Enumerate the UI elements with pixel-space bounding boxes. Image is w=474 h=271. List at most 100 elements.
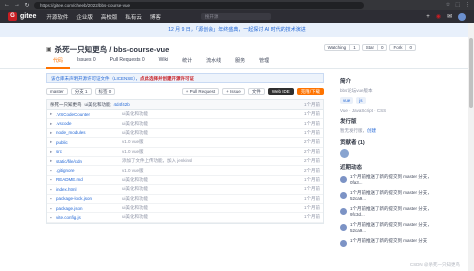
- star-icon[interactable]: ☆: [446, 2, 450, 8]
- repo-name[interactable]: 杀死一只知更鸟 / bbs-course-vue: [55, 44, 170, 55]
- file-name[interactable]: README.md: [56, 177, 122, 182]
- file-row[interactable]: ▸ static/file/cdn 添加了文件上传功能，加入 jenkinsl 2个月…: [47, 157, 323, 167]
- nav-item-edu[interactable]: 高校版: [101, 13, 118, 21]
- avatar[interactable]: [340, 224, 347, 231]
- language-item: CSS: [376, 108, 387, 113]
- commit-hash[interactable]: 4d4f42b: [114, 102, 130, 107]
- nav-item-opensource[interactable]: 开源软件: [46, 13, 68, 21]
- activity-text[interactable]: 1个月前推送了新的提交到 master 分支，0fa3...: [350, 174, 440, 186]
- avatar[interactable]: [340, 240, 347, 247]
- commit-message[interactable]: ui美化和功能: [85, 102, 111, 108]
- contributor-avatar[interactable]: [340, 149, 349, 158]
- reload-icon[interactable]: ↻: [24, 2, 30, 9]
- tab-stats[interactable]: 统计: [175, 55, 199, 69]
- toolbar-right: + Pull Request + Issue 文件 Web IDE 克隆/下载: [181, 88, 324, 95]
- file-commit-msg[interactable]: ui美化和功能: [122, 196, 290, 202]
- file-row[interactable]: ▸ .VSCodeCounter ui美化和功能 1个月前: [47, 110, 323, 120]
- tab-pipeline[interactable]: 流水线: [199, 55, 228, 69]
- avatar[interactable]: [340, 208, 347, 215]
- file-button[interactable]: 文件: [247, 88, 265, 95]
- event-banner[interactable]: 12 月 9 日，「源创会」年终盛典，一起探讨 AI 时代的技术演进: [0, 23, 474, 37]
- file-commit-msg[interactable]: ui美化和功能: [122, 186, 290, 192]
- topic-tag[interactable]: vue: [340, 97, 354, 104]
- file-commit-msg[interactable]: v1.0 vue版: [122, 168, 290, 174]
- file-commit-msg[interactable]: ui美化和功能: [122, 121, 290, 127]
- file-name[interactable]: package.json: [56, 206, 122, 211]
- branches-link[interactable]: 分支 1: [70, 88, 92, 95]
- message-icon[interactable]: ✉: [447, 13, 452, 20]
- file-name[interactable]: package-lock.json: [56, 196, 122, 201]
- file-commit-msg[interactable]: ui美化和功能: [122, 111, 290, 117]
- file-row[interactable]: ▸ .vscode ui美化和功能 1个月前: [47, 119, 323, 129]
- back-icon[interactable]: ←: [4, 2, 10, 8]
- file-commit-msg[interactable]: v1.0 vue版: [122, 139, 290, 145]
- menu-icon[interactable]: ⋮: [465, 2, 470, 8]
- nav-item-blog[interactable]: 博客: [150, 13, 161, 21]
- user-avatar[interactable]: [458, 12, 466, 21]
- tab-code[interactable]: 代码: [46, 55, 71, 69]
- file-name[interactable]: vite.config.js: [56, 215, 122, 220]
- clone-download-button[interactable]: 克隆/下载: [296, 88, 324, 95]
- topic-tag[interactable]: js: [356, 97, 366, 104]
- gitee-logo[interactable]: G gitee: [8, 12, 36, 21]
- tags-link[interactable]: 标签 0: [94, 88, 116, 95]
- bell-icon[interactable]: ◉: [436, 13, 441, 20]
- file-list: 杀死一只知更鸟 ui美化和功能 4d4f42b 1个月前 ▸ .VSCodeCou…: [46, 99, 324, 224]
- web-ide-button[interactable]: Web IDE: [267, 88, 294, 95]
- tab-services[interactable]: 服务: [228, 55, 252, 69]
- create-release-link[interactable]: 创建: [367, 128, 376, 133]
- file-row[interactable]: ▪ README.md ui美化和功能 1个月前: [47, 176, 323, 186]
- file-name[interactable]: .VSCodeCounter: [56, 112, 122, 117]
- avatar[interactable]: [340, 176, 347, 183]
- file-row[interactable]: ▸ node_modules ui美化和功能 1个月前: [47, 129, 323, 139]
- address-bar[interactable]: https://gitee.com/cheeb/2022/bbs-course-…: [34, 1, 364, 9]
- avatar[interactable]: [340, 192, 347, 199]
- scrollbar-thumb[interactable]: [469, 38, 473, 108]
- search-input[interactable]: 搜开源: [200, 13, 271, 20]
- forward-icon[interactable]: →: [14, 2, 20, 8]
- file-row[interactable]: ▪ package.json ui美化和功能 1个月前: [47, 204, 323, 214]
- file-name[interactable]: index.html: [56, 187, 122, 192]
- file-row[interactable]: ▪ .gitignore v1.0 vue版 2个月前: [47, 166, 323, 176]
- watch-button[interactable]: Watching 1: [323, 44, 360, 51]
- file-time: 1个月前: [303, 120, 320, 126]
- file-name[interactable]: node_modules: [56, 130, 122, 135]
- activity-text[interactable]: 1个月前推送了新的提交到 master 分支，9fc3d...: [350, 206, 440, 218]
- tab-pull-requests[interactable]: Pull Requests 0: [103, 55, 152, 69]
- file-name[interactable]: .vscode: [56, 121, 122, 126]
- file-commit-msg[interactable]: v1.0 vue版: [122, 149, 290, 155]
- nav-item-enterprise[interactable]: 企业版: [76, 13, 93, 21]
- star-button[interactable]: Star 0: [361, 44, 388, 51]
- activity-text[interactable]: 1个月前推送了新的提交到 master 分支: [350, 238, 427, 247]
- plus-icon[interactable]: +: [426, 14, 430, 20]
- fork-button[interactable]: Fork 0: [389, 44, 416, 51]
- create-license-link[interactable]: 点此选择并创建开源许可证: [140, 76, 194, 81]
- tab-manage[interactable]: 管理: [252, 55, 276, 69]
- activity-text[interactable]: 1个月前推送了新的提交到 master 分支，52ca9...: [350, 222, 440, 234]
- file-commit-msg[interactable]: ui美化和功能: [122, 177, 290, 183]
- file-time: 1个月前: [303, 111, 320, 117]
- file-row[interactable]: ▸ src v1.0 vue版 2个月前: [47, 148, 323, 157]
- extensions-icon[interactable]: ⬚: [455, 2, 460, 8]
- pull-request-button[interactable]: + Pull Request: [181, 88, 220, 95]
- file-row[interactable]: ▪ vite.config.js ui美化和功能 1个月前: [47, 213, 323, 223]
- file-name[interactable]: src: [56, 149, 122, 154]
- file-commit-msg[interactable]: ui美化和功能: [122, 130, 290, 136]
- issue-button[interactable]: + Issue: [222, 88, 245, 95]
- file-row[interactable]: ▸ public v1.0 vue版 2个月前: [47, 138, 323, 148]
- file-commit-msg[interactable]: 添加了文件上传功能，加入 jenkinsl: [122, 158, 290, 164]
- file-row[interactable]: ▪ index.html ui美化和功能 1个月前: [47, 185, 323, 195]
- file-row[interactable]: ▪ package-lock.json ui美化和功能 1个月前: [47, 195, 323, 204]
- file-commit-msg[interactable]: ui美化和功能: [122, 205, 290, 211]
- branch-select[interactable]: master: [46, 88, 68, 95]
- nav-item-private-cloud[interactable]: 私有云: [125, 13, 142, 21]
- tab-wiki[interactable]: Wiki: [152, 55, 175, 69]
- file-commit-msg[interactable]: ui美化和功能: [122, 214, 290, 220]
- file-name[interactable]: .gitignore: [56, 168, 122, 173]
- file-time: 1个月前: [303, 186, 320, 192]
- commit-author[interactable]: 杀死一只知更鸟: [50, 102, 82, 108]
- activity-text[interactable]: 1个月前推送了新的提交到 master 分支，52ca9...: [350, 190, 440, 202]
- file-name[interactable]: public: [56, 140, 122, 145]
- file-name[interactable]: static/file/cdn: [56, 159, 122, 164]
- tab-issues[interactable]: Issues 0: [70, 55, 103, 69]
